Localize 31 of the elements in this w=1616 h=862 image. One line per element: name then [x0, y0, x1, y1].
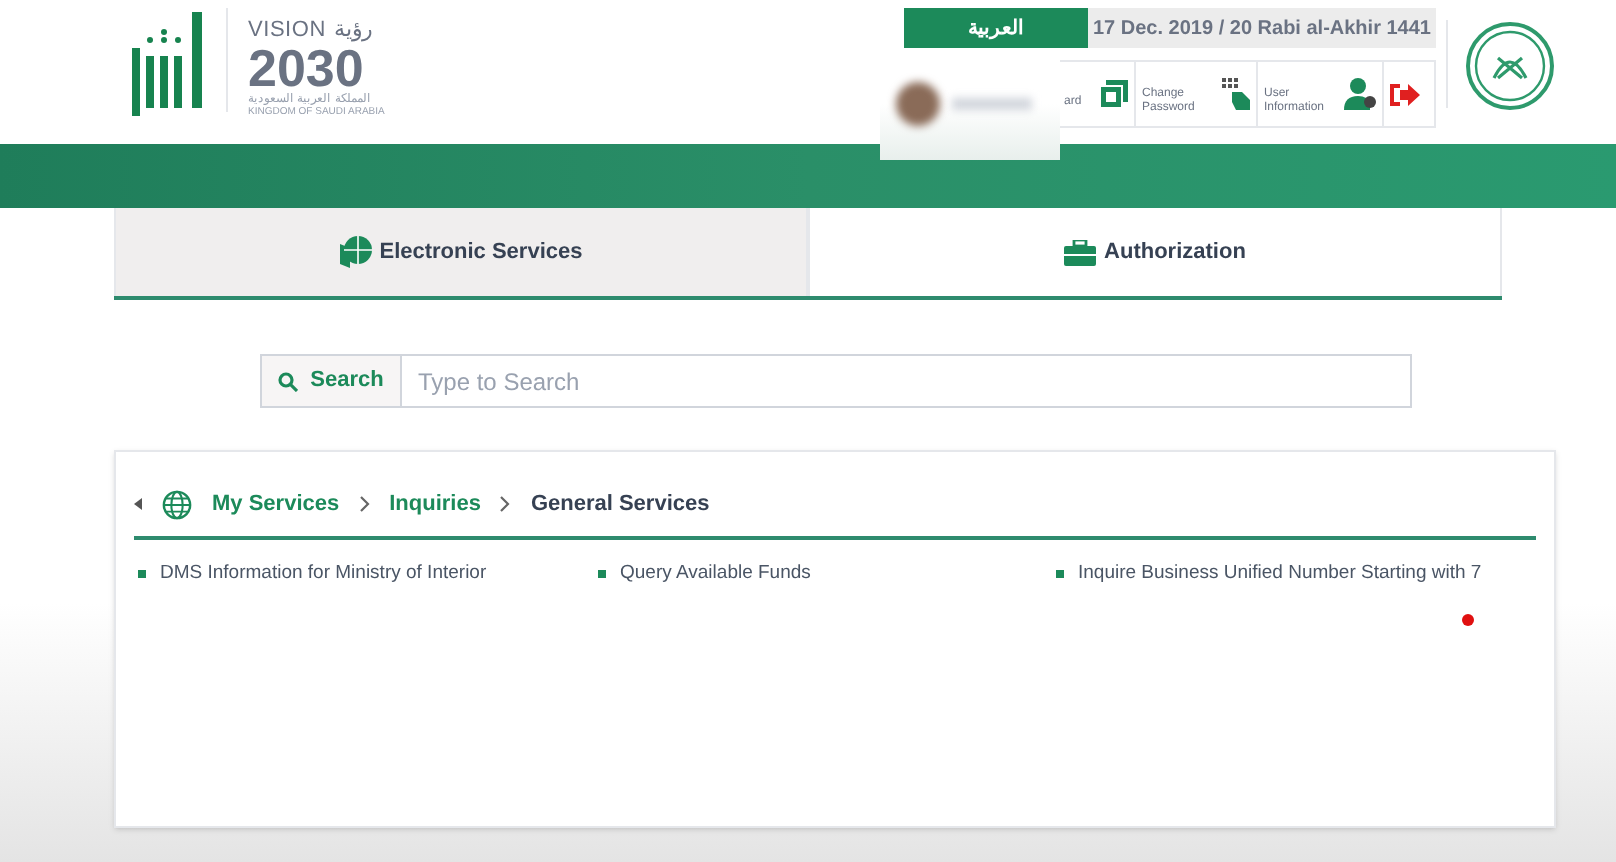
service-link[interactable]: Query Available Funds [620, 560, 811, 589]
briefcase-icon [1064, 239, 1097, 265]
breadcrumb-link[interactable]: Inquiries [389, 487, 481, 521]
service-link[interactable]: Inquire Business Unified Number Starting with 7 [1078, 560, 1482, 589]
bullet-icon [598, 570, 606, 579]
bullet-icon [138, 570, 146, 579]
bullet-icon [1056, 570, 1064, 579]
tab[interactable]: Electronic Services [114, 208, 808, 296]
year-text: 2030 [248, 42, 364, 94]
logout-icon [1390, 81, 1420, 107]
language-button[interactable]: العربية [904, 8, 1088, 48]
blurred-name [952, 98, 1032, 110]
back-caret-icon[interactable] [134, 498, 142, 510]
absher-logo-drawing [132, 8, 208, 116]
vision-arabic-text: رؤية [333, 20, 372, 42]
breadcrumb-link[interactable]: My Services [212, 487, 340, 521]
date-text: 17 Dec. 2019 / 20 Rabi al-Akhir 1441 [1088, 8, 1436, 48]
emblem-icon [1466, 22, 1554, 110]
user-icon [1344, 78, 1376, 110]
vision-text: VISION [248, 20, 326, 42]
search-button[interactable]: Search [262, 356, 402, 406]
search-icon [278, 371, 299, 391]
chevron-icon [359, 496, 370, 512]
search-field[interactable]: Search Type to Search [260, 354, 1412, 408]
keypad-icon [1222, 78, 1250, 110]
avatar-placeholder [896, 82, 940, 126]
service-link[interactable]: DMS Information for Ministry of Interior [160, 560, 487, 589]
window-icon [1100, 80, 1128, 108]
tab[interactable]: Authorization [808, 208, 1502, 296]
breadcrumb-current: General Services [530, 489, 710, 520]
chevron-icon [500, 496, 511, 512]
